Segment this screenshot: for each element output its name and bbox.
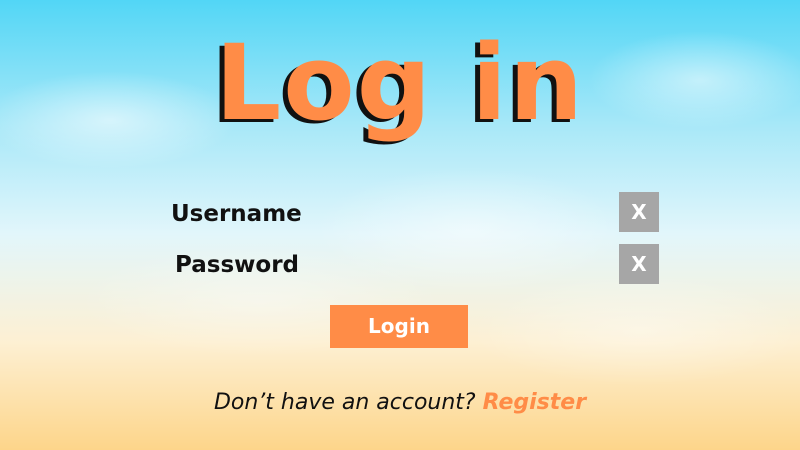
login-button[interactable]: Login	[330, 305, 468, 348]
password-input[interactable]	[320, 248, 622, 280]
register-link[interactable]: Register	[483, 390, 586, 415]
register-prompt-text: Don’t have an account?	[213, 390, 476, 415]
password-label: Password	[175, 252, 299, 278]
page-title: Log in	[214, 22, 586, 144]
clear-username-button[interactable]: X	[619, 192, 659, 232]
username-label: Username	[171, 201, 302, 227]
register-prompt: Don’t have an account? Register	[0, 390, 800, 415]
clear-password-button[interactable]: X	[619, 244, 659, 284]
username-input[interactable]	[320, 198, 622, 230]
